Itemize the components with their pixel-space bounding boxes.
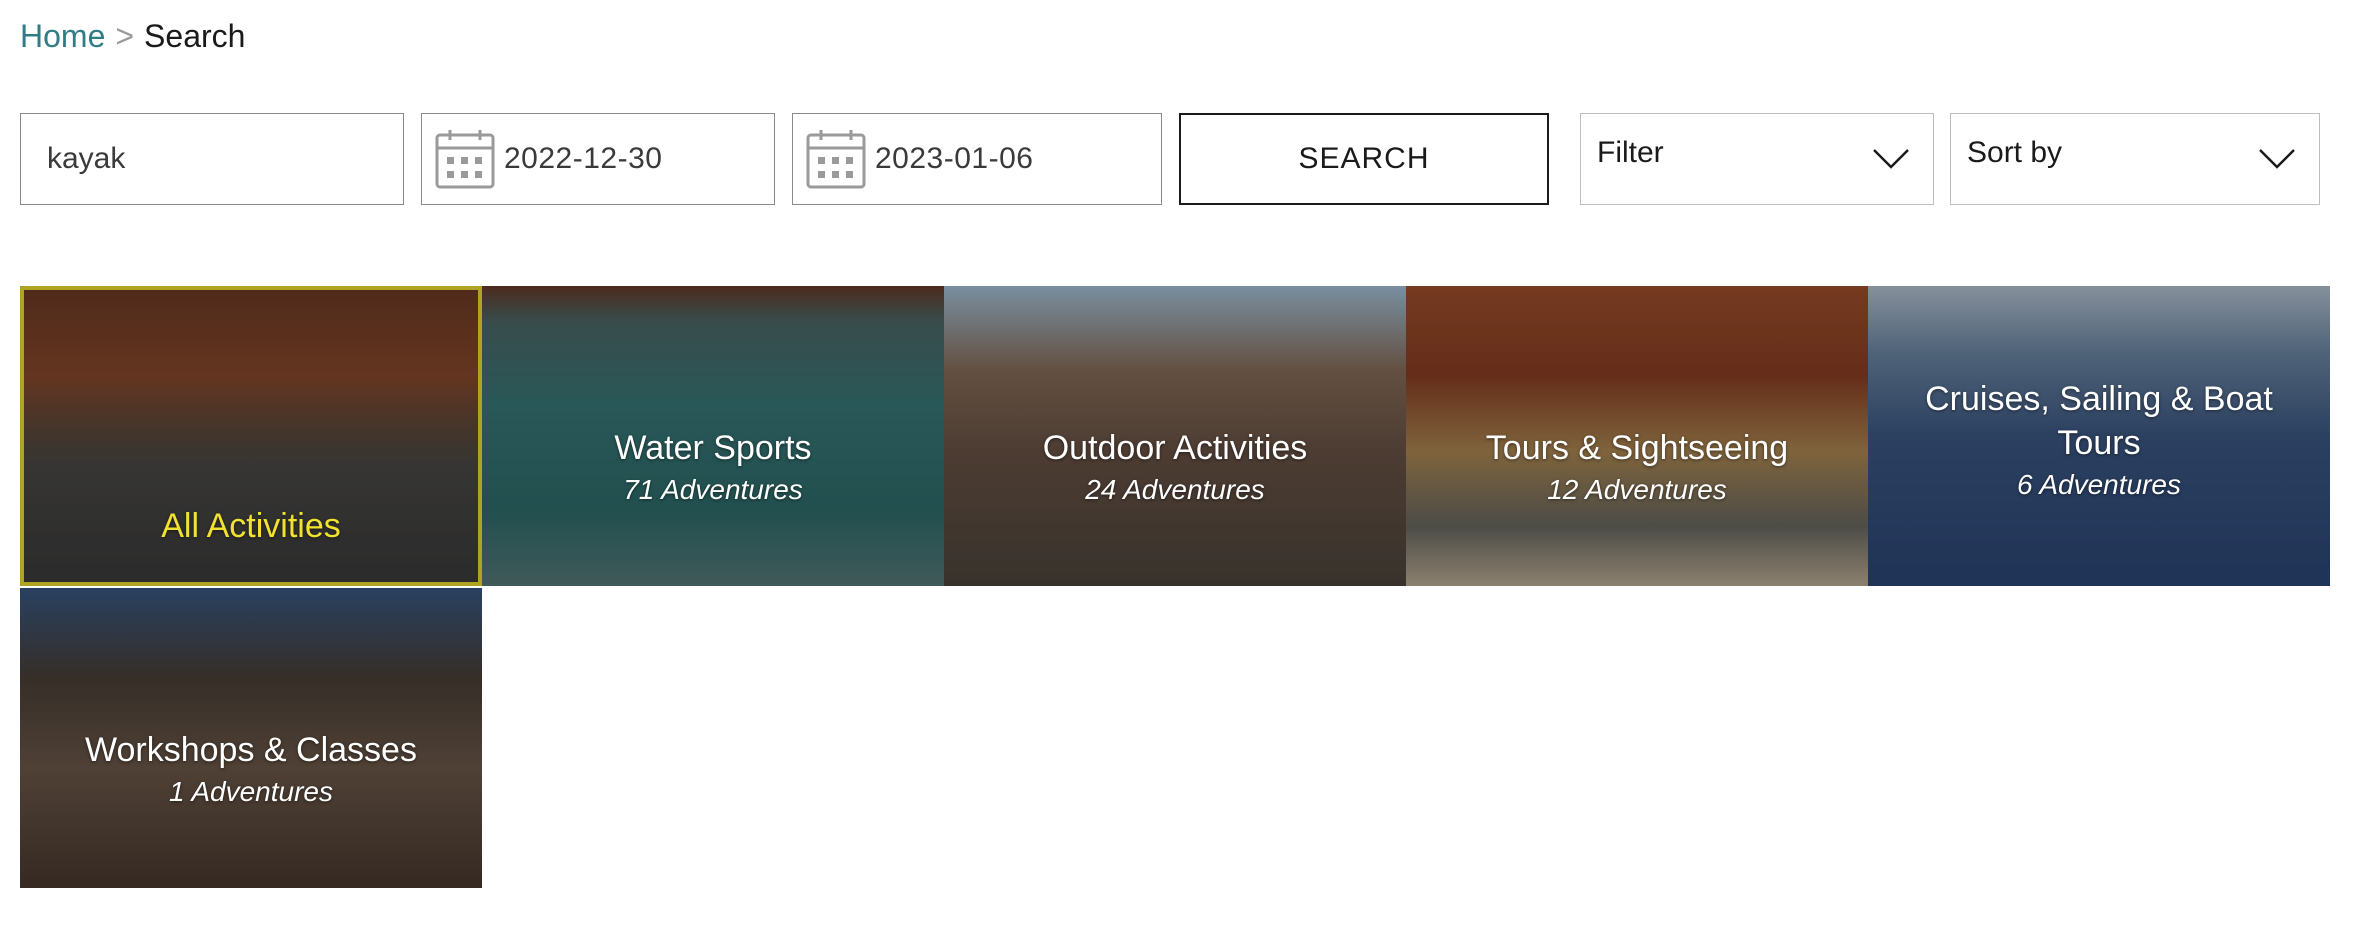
calendar-icon xyxy=(806,130,866,189)
category-count: 6 Adventures xyxy=(2017,469,2181,501)
category-count: 1 Adventures xyxy=(169,776,333,808)
category-title: Cruises, Sailing & Boat Tours xyxy=(1925,379,2273,462)
start-date-field[interactable]: 2022-12-30 xyxy=(421,113,775,205)
breadcrumb: Home > Search xyxy=(20,18,245,55)
sort-label: Sort by xyxy=(1967,136,2063,169)
category-tile-workshops-classes[interactable]: Workshops & Classes 1 Adventures xyxy=(20,588,482,888)
breadcrumb-separator: > xyxy=(115,18,135,54)
category-tile-tours-sightseeing[interactable]: Tours & Sightseeing 12 Adventures xyxy=(1406,286,1868,586)
sort-dropdown[interactable]: Sort by xyxy=(1950,113,2320,205)
category-title: Workshops & Classes xyxy=(85,730,417,769)
filter-dropdown[interactable]: Filter xyxy=(1580,113,1934,205)
category-tile-water-sports[interactable]: Water Sports 71 Adventures xyxy=(482,286,944,586)
category-count: 12 Adventures xyxy=(1547,474,1727,506)
breadcrumb-current: Search xyxy=(144,18,246,54)
category-title: All Activities xyxy=(161,506,341,545)
category-count: 24 Adventures xyxy=(1085,474,1265,506)
keyword-input[interactable] xyxy=(21,141,403,177)
category-title: Water Sports xyxy=(614,428,812,467)
category-tile-cruises-sailing-boat-tours[interactable]: Cruises, Sailing & Boat Tours 6 Adventur… xyxy=(1868,286,2330,586)
category-tile-outdoor-activities[interactable]: Outdoor Activities 24 Adventures xyxy=(944,286,1406,586)
chevron-down-icon xyxy=(1873,149,1909,169)
breadcrumb-home-link[interactable]: Home xyxy=(20,18,105,55)
filter-label: Filter xyxy=(1597,136,1664,169)
end-date-field[interactable]: 2023-01-06 xyxy=(792,113,1162,205)
category-title: Tours & Sightseeing xyxy=(1485,428,1789,467)
category-count: 71 Adventures xyxy=(623,474,803,506)
end-date-value: 2023-01-06 xyxy=(875,142,1034,175)
keyword-field[interactable] xyxy=(20,113,404,205)
start-date-value: 2022-12-30 xyxy=(504,142,663,175)
search-button[interactable]: SEARCH xyxy=(1179,113,1549,205)
category-title: Outdoor Activities xyxy=(1042,428,1308,467)
category-tile-all-activities[interactable]: All Activities xyxy=(20,286,482,586)
chevron-down-icon xyxy=(2259,149,2295,169)
calendar-icon xyxy=(435,130,495,189)
